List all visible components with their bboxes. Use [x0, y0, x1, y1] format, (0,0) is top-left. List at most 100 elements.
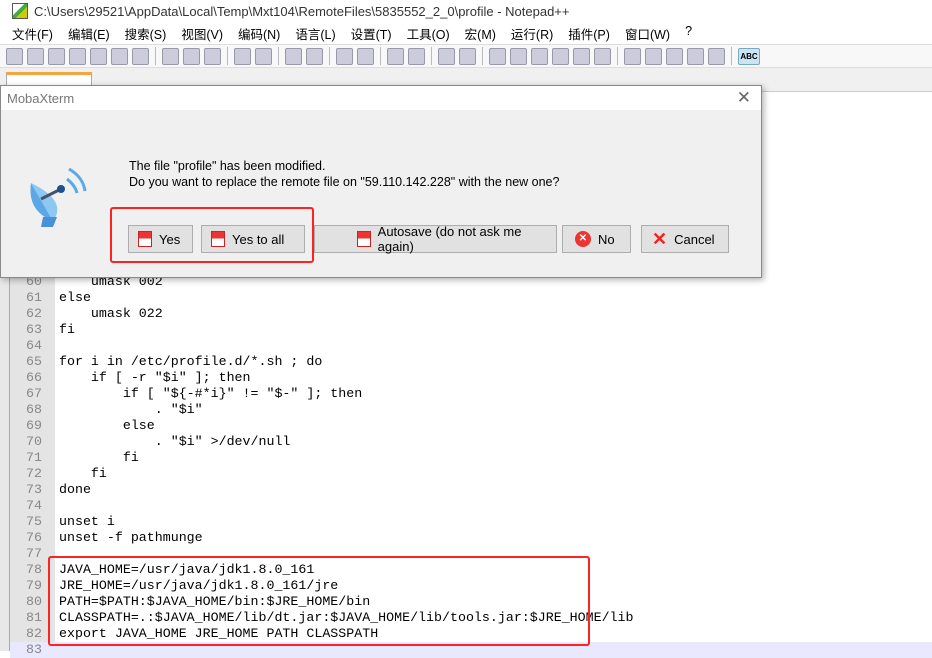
- toolbar-button[interactable]: [234, 47, 251, 65]
- cancel-button[interactable]: ✕ Cancel: [641, 225, 729, 253]
- toolbar-button[interactable]: [573, 47, 590, 65]
- code-line[interactable]: 75 unset i: [10, 514, 932, 530]
- code-line[interactable]: 68 . "$i": [10, 402, 932, 418]
- code-line[interactable]: 73 done: [10, 482, 932, 498]
- toolbar-separator: [380, 47, 381, 65]
- toolbar-button[interactable]: [666, 47, 683, 65]
- line-text: umask 022: [59, 306, 163, 321]
- satellite-dish-icon: [30, 167, 87, 227]
- menu-item[interactable]: 工具(O): [395, 24, 450, 44]
- line-number: 75: [26, 514, 42, 529]
- toolbar-button[interactable]: [645, 47, 662, 65]
- line-text: . "$i": [59, 402, 203, 417]
- code-line[interactable]: 67 if [ "${-#*i}" != "$-" ]; then: [10, 386, 932, 402]
- toolbar-button[interactable]: [408, 47, 425, 65]
- line-number: 68: [26, 402, 42, 417]
- line-number: 73: [26, 482, 42, 497]
- menu-item[interactable]: ?: [673, 24, 692, 44]
- toolbar-button[interactable]: [255, 47, 272, 65]
- toolbar-button[interactable]: [594, 47, 611, 65]
- toolbar-button[interactable]: [285, 47, 302, 65]
- line-text: else: [59, 290, 91, 305]
- menu-item[interactable]: 窗口(W): [613, 24, 670, 44]
- toolbar-button[interactable]: [489, 47, 506, 65]
- menu-item[interactable]: 语言(L): [283, 24, 335, 44]
- toolbar-button[interactable]: [111, 47, 128, 65]
- cancel-label: Cancel: [674, 231, 715, 247]
- line-text: for i in /etc/profile.d/*.sh ; do: [59, 354, 323, 369]
- toolbar-button[interactable]: [708, 47, 725, 65]
- toolbar-button[interactable]: [132, 47, 149, 65]
- line-text: fi: [59, 466, 107, 481]
- code-line[interactable]: 66 if [ -r "$i" ]; then: [10, 370, 932, 386]
- line-number: 65: [26, 354, 42, 369]
- menu-item[interactable]: 宏(M): [453, 24, 496, 44]
- toolbar-button[interactable]: [336, 47, 353, 65]
- toolbar-button[interactable]: [459, 47, 476, 65]
- no-button[interactable]: ✕ No: [562, 225, 631, 253]
- menu-item[interactable]: 插件(P): [556, 24, 610, 44]
- menu-bar: 文件(F) 编辑(E) 搜索(S) 视图(V) 编码(N) 语言(L) 设置(T) 工具(O)…: [0, 24, 932, 44]
- toolbar-button[interactable]: [552, 47, 569, 65]
- toolbar-button[interactable]: [531, 47, 548, 65]
- code-line[interactable]: 63 fi: [10, 322, 932, 338]
- line-text: else: [59, 418, 155, 433]
- autosave-button[interactable]: Autosave (do not ask me again): [314, 224, 557, 254]
- no-label: No: [598, 231, 615, 247]
- toolbar-separator: [278, 47, 279, 65]
- line-number: 66: [26, 370, 42, 385]
- toolbar-button[interactable]: [357, 47, 374, 65]
- menu-item[interactable]: 编辑(E): [56, 24, 110, 44]
- toolbar-button[interactable]: [387, 47, 404, 65]
- notepad-app-icon: [12, 3, 28, 19]
- toolbar-button[interactable]: [69, 47, 86, 65]
- line-number: 80: [26, 594, 42, 609]
- toolbar-button[interactable]: [183, 47, 200, 65]
- line-number: 63: [26, 322, 42, 337]
- toolbar-button[interactable]: [204, 47, 221, 65]
- line-number: 61: [26, 290, 42, 305]
- spellcheck-button[interactable]: ABC: [738, 47, 760, 65]
- line-text: done: [59, 482, 91, 497]
- toolbar-button[interactable]: [162, 47, 179, 65]
- toolbar-button[interactable]: [6, 47, 23, 65]
- toolbar-separator: [155, 47, 156, 65]
- code-line[interactable]: 64: [10, 338, 932, 354]
- menu-item[interactable]: 文件(F): [0, 24, 53, 44]
- close-icon[interactable]: ✕: [737, 88, 751, 108]
- toolbar-button[interactable]: [48, 47, 65, 65]
- code-line[interactable]: 71 fi: [10, 450, 932, 466]
- code-line[interactable]: 65 for i in /etc/profile.d/*.sh ; do: [10, 354, 932, 370]
- message-line-1: The file "profile" has been modified.: [129, 159, 326, 173]
- code-line[interactable]: 61 else: [10, 290, 932, 306]
- code-line[interactable]: 76 unset -f pathmunge: [10, 530, 932, 546]
- line-number: 62: [26, 306, 42, 321]
- toolbar-button[interactable]: [90, 47, 107, 65]
- line-number: 64: [26, 338, 42, 353]
- menu-item[interactable]: 设置(T): [339, 24, 392, 44]
- toolbar-separator: [329, 47, 330, 65]
- code-line[interactable]: 72 fi: [10, 466, 932, 482]
- menu-item[interactable]: 视图(V): [169, 24, 223, 44]
- code-line[interactable]: 62 umask 022: [10, 306, 932, 322]
- menu-item[interactable]: 编码(N): [226, 24, 280, 44]
- highlight-box-yes-buttons: [110, 207, 314, 263]
- line-number: 77: [26, 546, 42, 561]
- line-number: 69: [26, 418, 42, 433]
- code-line[interactable]: 69 else: [10, 418, 932, 434]
- toolbar-separator: [617, 47, 618, 65]
- toolbar-button[interactable]: [687, 47, 704, 65]
- highlight-box-java-env: [48, 556, 590, 646]
- toolbar-button[interactable]: [438, 47, 455, 65]
- code-line[interactable]: 70 . "$i" >/dev/null: [10, 434, 932, 450]
- toolbar-button[interactable]: [624, 47, 641, 65]
- code-line[interactable]: 74: [10, 498, 932, 514]
- line-number: 78: [26, 562, 42, 577]
- toolbar-button[interactable]: [510, 47, 527, 65]
- toolbar-button[interactable]: [27, 47, 44, 65]
- menu-item[interactable]: 运行(R): [499, 24, 553, 44]
- toolbar: ABC: [0, 44, 932, 68]
- toolbar-button[interactable]: [306, 47, 323, 65]
- line-text: . "$i" >/dev/null: [59, 434, 291, 449]
- menu-item[interactable]: 搜索(S): [113, 24, 167, 44]
